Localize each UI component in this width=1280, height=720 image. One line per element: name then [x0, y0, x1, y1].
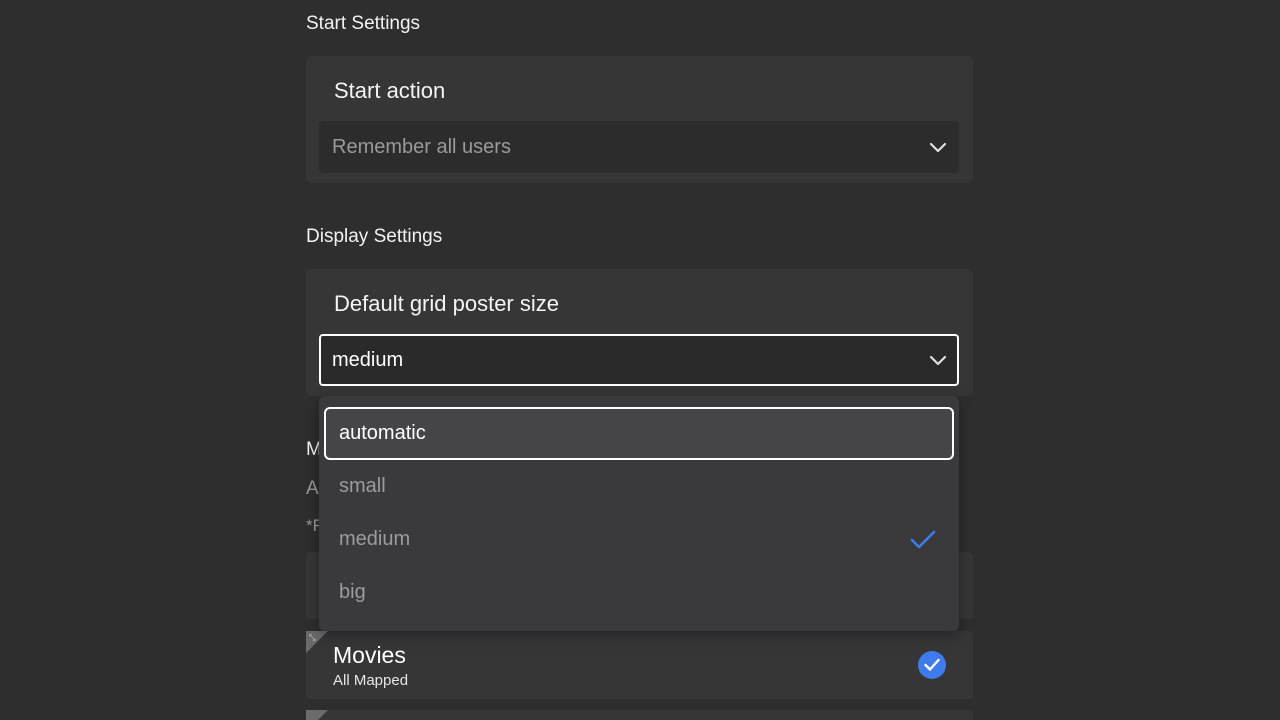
option-medium[interactable]: medium [324, 513, 954, 566]
library-item-movies[interactable]: ⤡ Movies All Mapped [306, 631, 973, 699]
poster-size-card: Default grid poster size medium [306, 269, 973, 396]
poster-size-value: medium [332, 349, 404, 371]
start-action-card: Start action Remember all users [306, 56, 973, 183]
start-action-label: Start action [334, 78, 446, 103]
library-section-description: A [306, 478, 319, 499]
start-action-value: Remember all users [332, 136, 511, 158]
settings-page: Start Settings Start action Remember all… [0, 0, 1280, 720]
poster-size-select[interactable]: medium [319, 334, 959, 386]
option-small[interactable]: small [324, 460, 954, 513]
chevron-down-icon [929, 355, 947, 366]
chevron-down-icon [929, 142, 947, 153]
library-subtitle: All Mapped [333, 672, 409, 689]
library-item-next[interactable] [306, 710, 973, 720]
option-label: automatic [339, 422, 426, 444]
option-label: small [339, 475, 386, 497]
option-label: medium [339, 528, 411, 550]
option-big[interactable]: big [324, 566, 954, 619]
checkmark-circle-icon[interactable] [918, 651, 946, 679]
option-automatic[interactable]: automatic [324, 407, 954, 460]
start-settings-heading: Start Settings [306, 13, 421, 34]
expand-icon: ⤡ [309, 633, 316, 642]
library-title: Movies [333, 642, 406, 668]
start-action-select[interactable]: Remember all users [319, 121, 959, 173]
poster-size-dropdown: automatic small medium big [319, 396, 959, 631]
checkmark-icon [910, 530, 936, 549]
poster-size-label: Default grid poster size [334, 291, 559, 316]
option-label: big [339, 581, 366, 603]
library-corner-badge [306, 710, 328, 720]
display-settings-heading: Display Settings [306, 226, 443, 247]
